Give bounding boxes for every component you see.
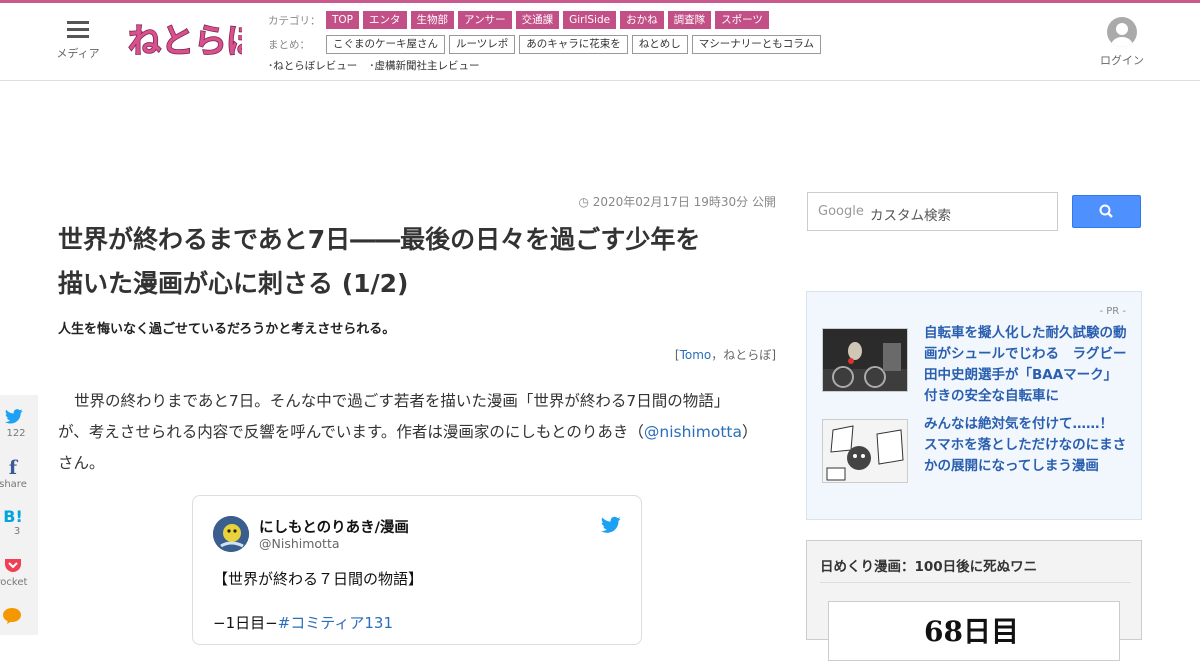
review-row: ･ねとらぼレビュー ･虚構新聞社主レビュー (268, 55, 888, 75)
pocket-share-label: Pocket (0, 577, 28, 588)
category-nav: カテゴリ： TOP エンタ 生物部 アンサー 交通課 GirlSide おかね … (268, 10, 888, 79)
article-title-line2: 描いた漫画が心に刺さる (1/2) (58, 269, 409, 298)
pr-item-title[interactable]: みんなは絶対気を付けて……！ スマホを落としただけなのにまさかの展開になってしま… (924, 414, 1129, 477)
daily-manga-title[interactable]: 日めくり漫画：100日後に死ぬワニ (820, 555, 1037, 575)
author-site: ねとらぼ (723, 348, 772, 362)
share-line-button[interactable] (0, 607, 38, 629)
matome-tag-roots[interactable]: ルーツレポ (449, 34, 516, 54)
share-twitter-button[interactable]: 122 (0, 409, 38, 439)
category-tag-enta[interactable]: エンタ (363, 11, 407, 29)
matome-row: まとめ： こぐまのケーキ屋さん ルーツレポ あのキャラに花束を ねとめし マシー… (268, 34, 888, 54)
category-tag-koutsuuka[interactable]: 交通課 (515, 11, 560, 29)
twitter-share-count: 122 (6, 428, 26, 439)
line-speech-icon (3, 608, 21, 624)
daily-manga-panel[interactable]: 68日目 (828, 601, 1120, 661)
pr-item-thumbnail[interactable] (822, 328, 908, 392)
netorabo-logo-icon: ねとらぼ (127, 20, 262, 61)
hamburger-icon (67, 21, 89, 39)
search-button[interactable] (1072, 195, 1141, 228)
facebook-share-label: share (0, 479, 27, 490)
site-header: メディア ねとらぼ カテゴリ： TOP エンタ 生物部 アンサー 交通課 Gir… (0, 3, 1200, 81)
article-title: 世界が終わるまであと7日――最後の日々を過ごす少年を 描いた漫画が心に刺さる (… (58, 218, 778, 306)
category-tag-chousatai[interactable]: 調査隊 (667, 11, 712, 29)
matome-tag-hanataba[interactable]: あのキャラに花束を (519, 34, 628, 54)
hatena-share-count: 3 (13, 526, 21, 537)
pr-label: - PR - (1099, 306, 1126, 317)
google-logo-text: Google (818, 204, 864, 219)
site-search-input[interactable]: Google カスタム検索 (807, 192, 1058, 231)
tweet-author-name[interactable]: にしもとのりあき/漫画 (259, 516, 409, 537)
media-menu-button[interactable]: メディア (52, 21, 104, 61)
category-row-label: カテゴリ： (268, 14, 321, 27)
author-twitter-link[interactable]: @nishimotta (644, 423, 742, 441)
share-facebook-button[interactable]: f share (0, 457, 38, 490)
tweet-author-handle[interactable]: @Nishimotta (259, 536, 340, 551)
body-line-3: さん。 (58, 454, 105, 472)
author-credit: [Tomo，ねとらぼ] (674, 348, 776, 362)
svg-text:ねとらぼ: ねとらぼ (128, 21, 242, 60)
twitter-icon (4, 409, 23, 424)
category-tag-top[interactable]: TOP (326, 11, 360, 29)
article-subtitle: 人生を悔いなく過ごせているだろうかと考えさせられる。 (58, 322, 396, 337)
login-label: ログイン (1100, 54, 1144, 67)
review-link-kyokou[interactable]: ･虚構新聞社主レビュー (369, 58, 479, 73)
article-body: 世界の終わりまであと7日。そんな中で過ごす若者を描いた漫画「世界が終わる7日間の… (58, 392, 758, 472)
search-placeholder: カスタム検索 (870, 208, 951, 224)
user-avatar-icon (1107, 17, 1137, 47)
matome-tag-koguma[interactable]: こぐまのケーキ屋さん (326, 34, 445, 54)
clock-icon: ◷ (578, 195, 589, 209)
site-logo[interactable]: ねとらぼ (126, 15, 262, 63)
pr-item-title[interactable]: 自転車を擬人化した耐久試験の動画がシュールでじわる ラグビー田中史朗選手が「BA… (924, 323, 1129, 407)
facebook-icon: f (8, 457, 18, 479)
share-pocket-button[interactable]: Pocket (0, 557, 38, 588)
share-rail: 122 f share B! 3 Pocket (0, 395, 38, 635)
category-tag-seibutsubu[interactable]: 生物部 (410, 11, 455, 29)
twitter-bird-icon[interactable] (601, 516, 621, 534)
category-row: カテゴリ： TOP エンタ 生物部 アンサー 交通課 GirlSide おかね … (268, 10, 888, 30)
tweet-hashtag-link[interactable]: #コミティア131 (278, 614, 393, 632)
category-tag-sports[interactable]: スポーツ (715, 11, 769, 29)
category-tag-girlside[interactable]: GirlSide (563, 11, 617, 29)
article-title-line1: 世界が終わるまであと7日――最後の日々を過ごす少年を (58, 225, 701, 254)
body-line-2a: が、考えさせられる内容で反響を呼んでいます。作者は漫画家のにしもとのりあき（ (58, 423, 644, 441)
body-line-1: 世界の終わりまであと7日。そんな中で過ごす若者を描いた漫画「世界が終わる7日間の… (74, 392, 730, 410)
publish-date: ◷ 2020年02月17日 19時30分 公開 (578, 195, 776, 209)
pr-box: - PR - 自転車を擬人化した耐久試験の動画がシュールでじわる ラグビー田中史… (806, 291, 1142, 520)
media-menu-label: メディア (56, 47, 100, 60)
daily-manga-box: 日めくり漫画：100日後に死ぬワニ 68日目 (806, 540, 1142, 661)
pr-item-thumbnail[interactable] (822, 419, 908, 483)
share-hatena-button[interactable]: B! 3 (0, 507, 38, 537)
review-link-netorabo[interactable]: ･ねとらぼレビュー (268, 58, 357, 73)
daily-manga-divider (820, 582, 1131, 583)
hatena-bookmark-icon: B! (3, 507, 23, 526)
tweet-text-line-1: 【世界が終わる７日間の物語】 (213, 570, 424, 588)
category-tag-answer[interactable]: アンサー (458, 11, 512, 29)
pocket-icon (5, 559, 21, 572)
search-icon (1099, 204, 1113, 218)
category-tag-okane[interactable]: おかね (620, 11, 664, 29)
embedded-tweet[interactable]: にしもとのりあき/漫画 @Nishimotta 【世界が終わる７日間の物語】 −… (192, 495, 642, 645)
matome-tag-machinary[interactable]: マシーナリーともコラム (691, 34, 821, 54)
matome-tag-netomeshi[interactable]: ねとめし (631, 34, 688, 54)
author-link[interactable]: Tomo (680, 348, 712, 362)
tweet-author-avatar[interactable] (213, 516, 249, 552)
daily-manga-day: 68日目 (924, 615, 1019, 648)
login-button[interactable]: ログイン (1096, 17, 1148, 68)
matome-row-label: まとめ： (268, 38, 310, 51)
